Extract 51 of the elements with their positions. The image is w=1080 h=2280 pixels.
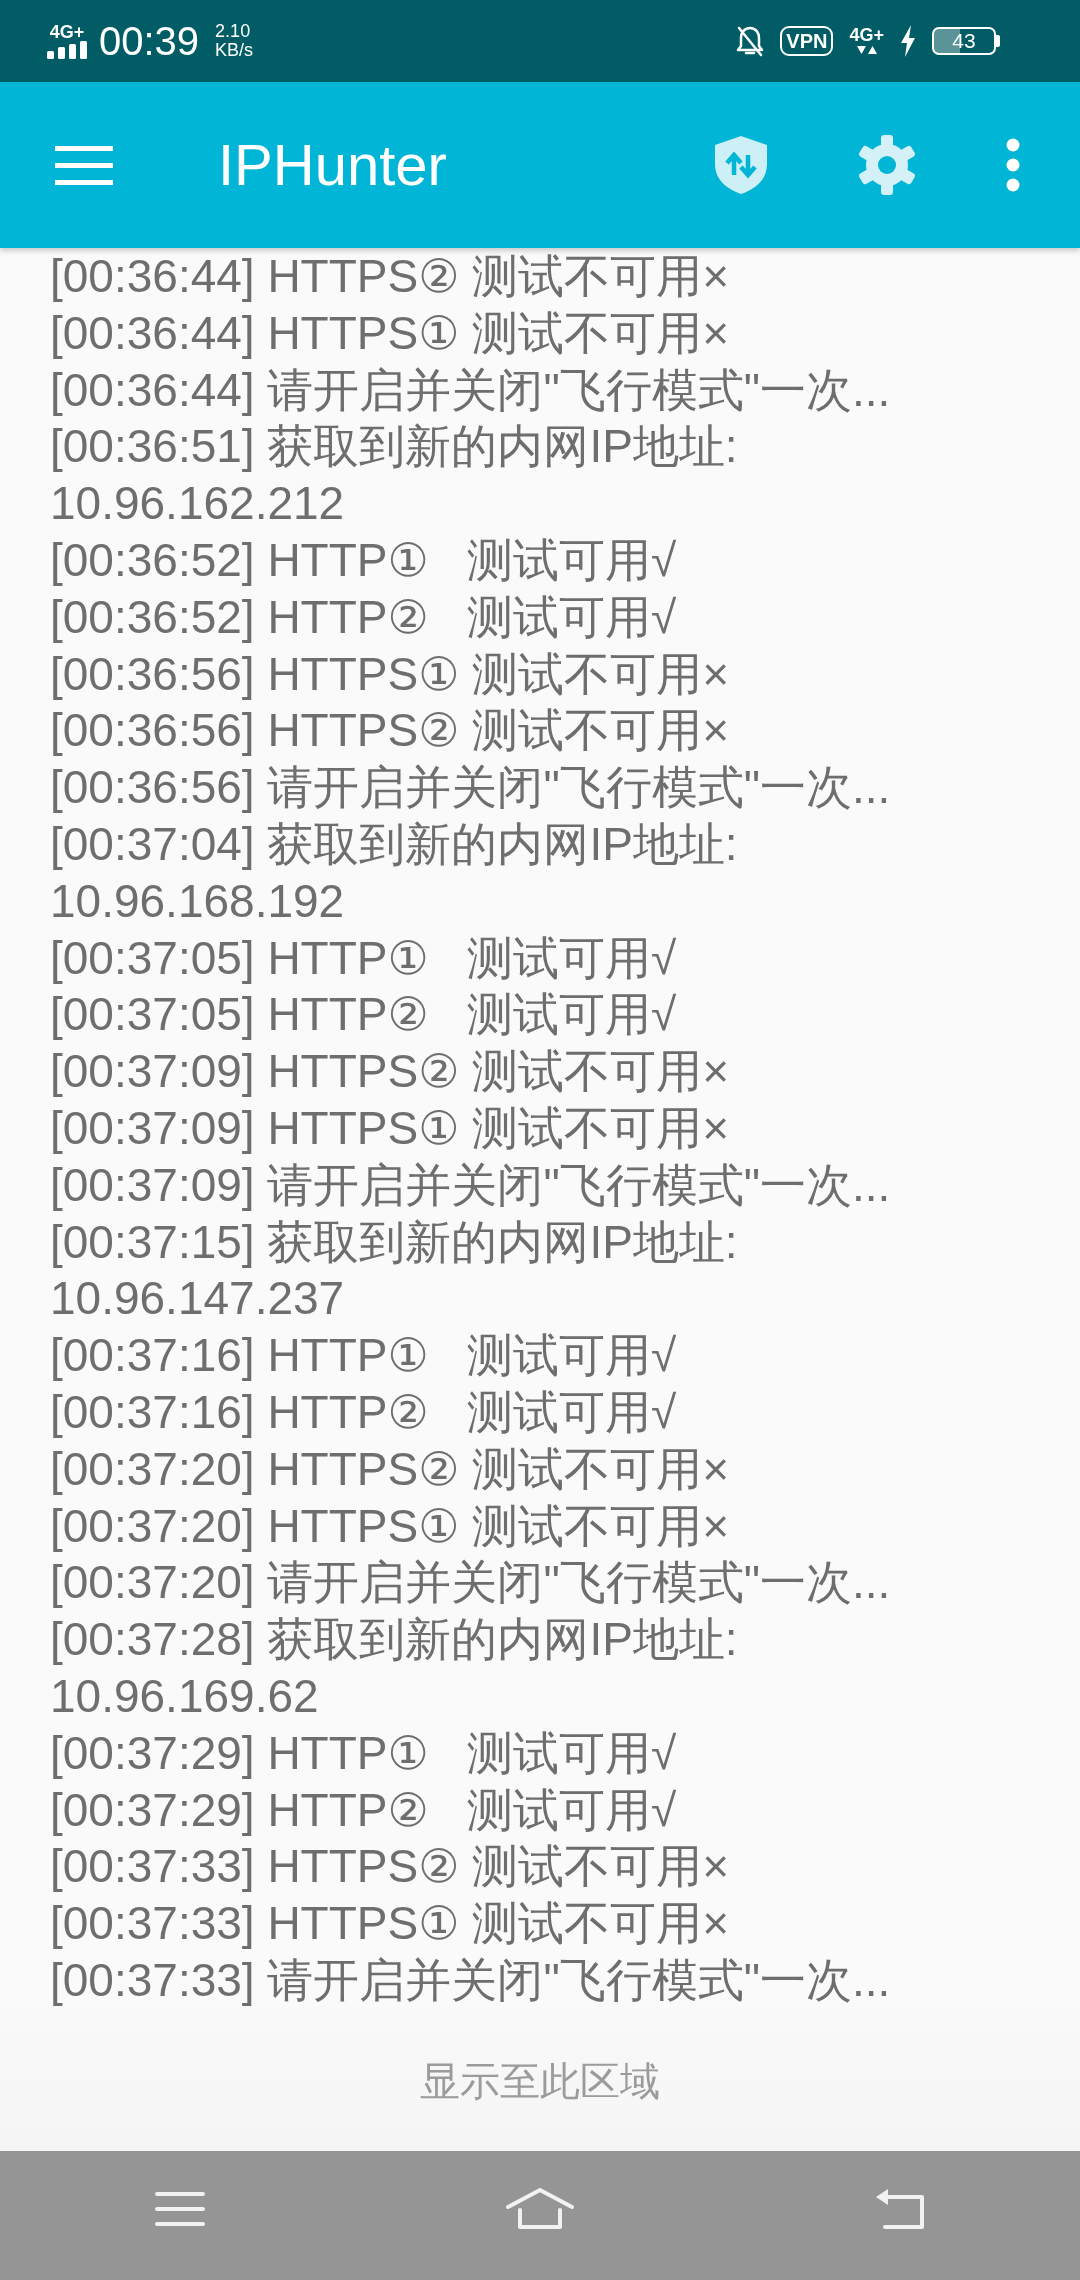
log-line: 10.96.147.237 xyxy=(50,1271,346,1327)
log-line: [00:36:56] 请开启并关闭"飞行模式"一次... xyxy=(50,760,892,816)
menu-icon[interactable] xyxy=(55,145,113,185)
log-line: [00:37:29] HTTP① 测试可用√ xyxy=(50,1725,678,1781)
app-title: IPHunter xyxy=(218,131,447,199)
log-line: [00:36:51] 获取到新的内网IP地址: xyxy=(50,419,739,475)
show-to-here-button[interactable]: 显示至此区域 xyxy=(408,2050,672,2111)
log-line: [00:37:16] HTTP① 测试可用√ xyxy=(50,1328,678,1384)
log-line: [00:37:09] HTTPS① 测试不可用× xyxy=(50,1100,731,1156)
log-line: [00:37:16] HTTP② 测试可用√ xyxy=(50,1384,678,1440)
log-line: [00:37:20] HTTPS① 测试不可用× xyxy=(50,1498,731,1554)
log-line: [00:36:52] HTTP② 测试可用√ xyxy=(50,589,678,645)
log-line: [00:37:15] 获取到新的内网IP地址: xyxy=(50,1214,739,1270)
back-icon[interactable] xyxy=(875,2187,925,2230)
log-line: [00:37:33] 请开启并关闭"飞行模式"一次... xyxy=(50,1952,892,2008)
log-line: [00:37:09] HTTPS② 测试不可用× xyxy=(50,1044,731,1100)
log-line: [00:36:52] HTTP① 测试可用√ xyxy=(50,533,678,588)
log-line: [00:36:44] 请开启并关闭"飞行模式"一次... xyxy=(50,362,892,418)
charging-bolt-icon xyxy=(900,25,916,57)
log-line: 10.96.168.192 xyxy=(50,873,346,929)
log-line: [00:37:33] HTTPS② 测试不可用× xyxy=(50,1839,731,1895)
signal-icon xyxy=(47,41,87,59)
shield-arrows-icon[interactable] xyxy=(714,135,768,195)
log-line: 10.96.162.212 xyxy=(50,476,346,532)
log-line: [00:37:28] 获取到新的内网IP地址: xyxy=(50,1612,739,1668)
clock-text: 00:39 xyxy=(99,19,200,63)
menu-icon[interactable] xyxy=(155,2190,205,2227)
bell-off-icon xyxy=(736,25,765,57)
battery-indicator: 43 xyxy=(932,27,1000,55)
network-type-text: 4G+ xyxy=(849,26,884,44)
log-line: [00:36:56] HTTPS① 测试不可用× xyxy=(50,646,731,702)
log-line: [00:37:20] 请开启并关闭"飞行模式"一次... xyxy=(50,1555,892,1611)
log-line: [00:37:05] HTTP① 测试可用√ xyxy=(50,930,678,986)
more-options-icon[interactable] xyxy=(1006,138,1020,192)
log-line: [00:37:20] HTTPS② 测试不可用× xyxy=(50,1441,731,1497)
log-line: [00:37:33] HTTPS① 测试不可用× xyxy=(50,1896,731,1952)
speed-value-text: 2.10 xyxy=(215,22,252,41)
log-line: [00:37:05] HTTP② 测试可用√ xyxy=(50,987,678,1043)
settings-icon[interactable] xyxy=(857,135,917,195)
log-line: [00:37:09] 请开启并关闭"飞行模式"一次... xyxy=(50,1157,892,1213)
log-line: 10.96.169.62 xyxy=(50,1668,320,1724)
log-line: [00:36:44] HTTPS① 测试不可用× xyxy=(50,305,731,361)
speed-unit-text: KB/s xyxy=(215,41,254,60)
vpn-indicator: VPN xyxy=(780,26,834,56)
log-line: [00:36:56] HTTPS② 测试不可用× xyxy=(50,703,731,759)
log-line: [00:37:29] HTTP② 测试可用√ xyxy=(50,1782,678,1838)
log-line: [00:36:44] HTTPS② 测试不可用× xyxy=(50,249,731,304)
data-activity-icon xyxy=(855,44,878,56)
log-line: [00:37:04] 获取到新的内网IP地址: xyxy=(50,816,739,872)
home-icon[interactable] xyxy=(506,2187,574,2230)
network-type-text: 4G+ xyxy=(49,23,85,41)
